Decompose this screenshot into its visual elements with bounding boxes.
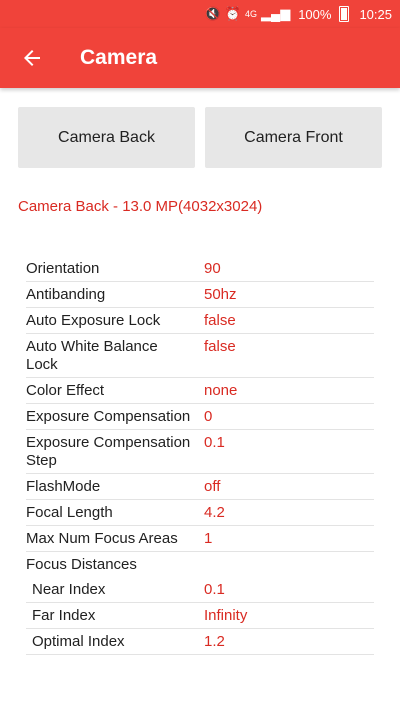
property-label: Near Index xyxy=(32,581,106,598)
property-row: Auto Exposure Lock false xyxy=(26,308,374,334)
camera-back-button[interactable]: Camera Back xyxy=(18,107,195,168)
camera-properties-list: Orientation 90 Antibanding 50hz Auto Exp… xyxy=(26,256,374,655)
arrow-back-icon xyxy=(24,50,40,66)
property-label: Exposure Compensation Step xyxy=(26,434,191,469)
property-row: Exposure Compensation Step 0.1 xyxy=(26,430,374,474)
property-row: Antibanding 50hz xyxy=(26,282,374,308)
property-value: Infinity xyxy=(204,607,248,624)
property-value: 1 xyxy=(204,530,213,547)
status-time: 10:25 xyxy=(359,6,392,22)
property-value: 90 xyxy=(204,260,221,277)
status-bar: 🔇 ⏰ 4G ▂▄▆ 100% 10:25 xyxy=(0,0,400,28)
property-value: off xyxy=(204,478,221,495)
property-value: 50hz xyxy=(204,286,237,303)
property-label: Auto White Balance Lock xyxy=(26,338,158,373)
property-value: false xyxy=(204,338,236,355)
property-value: 0.1 xyxy=(204,581,225,598)
property-label: FlashMode xyxy=(26,478,101,495)
property-row: FlashMode off xyxy=(26,474,374,500)
property-value: 1.2 xyxy=(204,633,225,650)
property-label: Antibanding xyxy=(26,286,106,303)
focus-distance-row: Far Index Infinity xyxy=(26,603,374,629)
page-title: Camera xyxy=(80,46,158,69)
property-value: 0.1 xyxy=(204,434,225,451)
property-label: Optimal Index xyxy=(32,633,125,650)
property-label: Color Effect xyxy=(26,382,105,399)
property-row: Max Num Focus Areas 1 xyxy=(26,526,374,552)
camera-front-button[interactable]: Camera Front xyxy=(205,107,382,168)
property-row: Auto White Balance Lock false xyxy=(26,334,374,378)
property-row: Exposure Compensation 0 xyxy=(26,404,374,430)
property-label: Exposure Compensation xyxy=(26,408,191,425)
property-value: 4.2 xyxy=(204,504,225,521)
battery-percentage: 100% xyxy=(298,6,332,22)
property-value: 0 xyxy=(204,408,213,425)
status-icons: 🔇 ⏰ 4G ▂▄▆ 100% 10:25 xyxy=(205,6,392,22)
camera-switch-buttons: Camera Back Camera Front xyxy=(18,107,382,168)
signal-icon: ▂▄▆ xyxy=(260,6,291,21)
property-label: Focus Distances xyxy=(26,556,137,573)
focus-distance-row: Near Index 0.1 xyxy=(26,577,374,603)
network-type: 4G xyxy=(244,9,257,19)
property-row: Orientation 90 xyxy=(26,256,374,282)
property-row: Color Effect none xyxy=(26,378,374,404)
property-label: Focal Length xyxy=(26,504,113,521)
alarm-icon: ⏰ xyxy=(224,6,241,21)
battery-icon xyxy=(339,6,350,22)
focus-distances-header: Focus Distances xyxy=(26,552,374,577)
property-label: Orientation xyxy=(26,260,100,277)
property-label: Auto Exposure Lock xyxy=(26,312,161,329)
app-toolbar: Camera xyxy=(0,28,400,88)
property-label: Far Index xyxy=(32,607,96,624)
mute-icon: 🔇 xyxy=(204,6,221,21)
focus-distance-row: Optimal Index 1.2 xyxy=(26,629,374,655)
back-button[interactable] xyxy=(0,28,64,88)
property-value: false xyxy=(204,312,236,329)
property-row: Focal Length 4.2 xyxy=(26,500,374,526)
property-value: none xyxy=(204,382,238,399)
camera-info-text: Camera Back - 13.0 MP(4032x3024) xyxy=(18,198,263,215)
property-label: Max Num Focus Areas xyxy=(26,530,178,547)
